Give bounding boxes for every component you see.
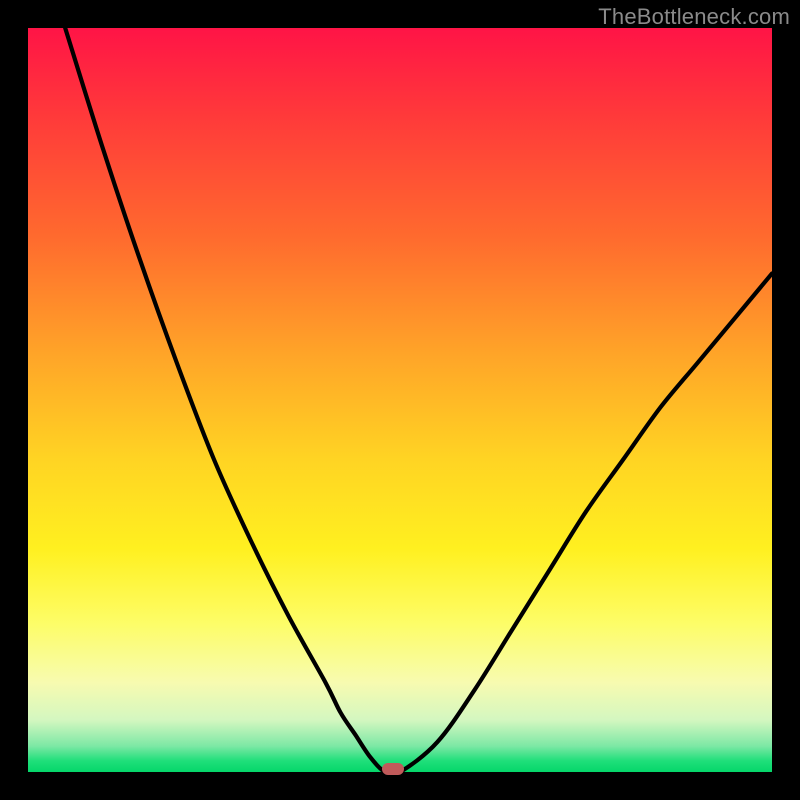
chart-frame: TheBottleneck.com [0, 0, 800, 800]
plot-area [28, 28, 772, 772]
minimum-marker [382, 763, 404, 775]
curve-path [65, 28, 772, 772]
watermark-text: TheBottleneck.com [598, 4, 790, 30]
bottleneck-curve [28, 28, 772, 772]
